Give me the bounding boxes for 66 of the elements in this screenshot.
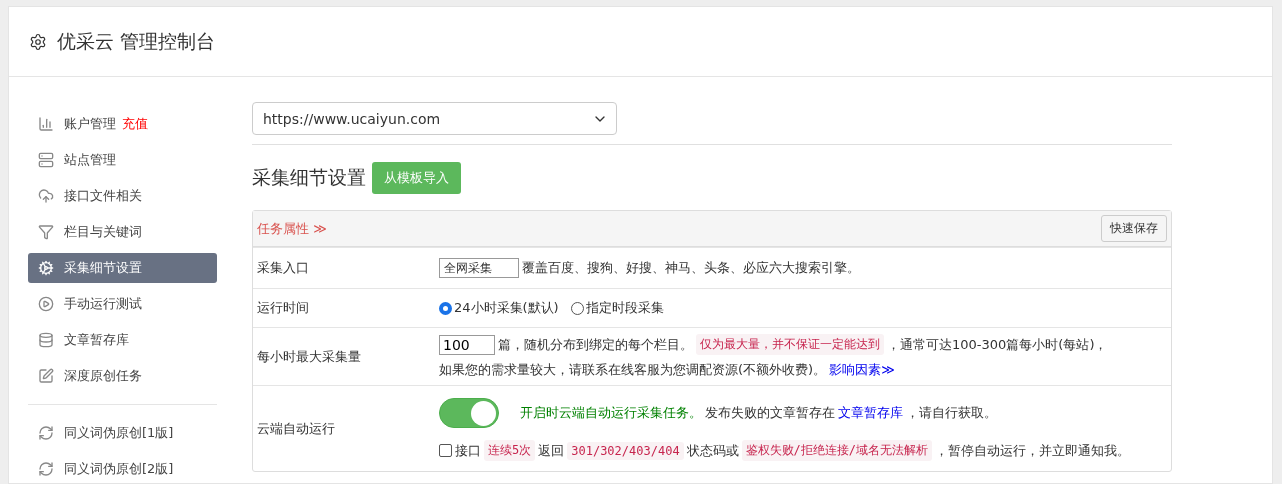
radio-button[interactable] [570,301,584,315]
gears-icon [38,260,54,276]
sidebar-item[interactable]: 文章暂存库 [28,325,217,355]
sidebar-item[interactable]: 站点管理 [28,145,217,175]
radio-label: 指定时段采集 [585,299,664,317]
description-text: 状态码或 [686,441,739,460]
description-text: 覆盖百度、搜狗、好搜、神马、头条、必应六大搜索引擎。 [522,259,860,277]
refresh-icon [38,425,54,441]
sidebar-item[interactable]: 同义词伪原创[2版] [28,454,217,484]
page-title: 优采云 管理控制台 [57,28,216,54]
description-text: 返回 [538,441,565,460]
field-label: 云端自动运行 [256,419,336,438]
highlighted-text: 仅为最大量，并不保证一定能达到 [696,334,884,355]
cloud-upload-icon [38,188,54,204]
sidebar-item[interactable]: 账户管理 充值 [28,109,217,139]
highlighted-text: 301/302/403/404 [567,441,684,460]
section-title: 采集细节设置 [252,165,366,190]
sidebar-item[interactable]: 同义词伪原创[1版] [28,418,217,448]
checkbox[interactable] [439,444,452,457]
description-text: 如果您的需求量较大，请联系在线客服为您调配资源(不额外收费)。 [439,361,827,379]
server-icon [38,152,54,168]
panel-heading-link[interactable]: 任务属性 ≫ [257,219,327,238]
sidebar-item[interactable]: 接口文件相关 [28,181,217,211]
amount-input[interactable]: 100 [439,334,495,355]
sidebar-label: 账户管理 [64,115,116,133]
radio-label: 24小时采集(默认) [454,299,559,317]
radio-button[interactable] [439,301,452,315]
description-text: 篇，随机分布到绑定的每个栏目。 [498,335,693,354]
settings-icon [29,32,47,51]
description-text: ，暂停自动运行，并立即通知我。 [935,441,1131,460]
status-text: 开启时云端自动运行采集任务。 [520,404,702,422]
site-select[interactable]: https://www.ucaiyun.com [252,102,617,135]
checkbox-label: 接口 [455,441,481,460]
sidebar-label: 深度原创任务 [64,367,142,385]
sidebar-item[interactable]: 栏目与关键词 [28,217,217,247]
highlighted-text: 连续5次 [484,440,536,461]
link[interactable]: 文章暂存库 [838,404,903,422]
sidebar-label: 站点管理 [64,151,116,169]
sidebar-label: 手动运行测试 [64,295,142,313]
sidebar-label: 同义词伪原创[1版] [64,424,174,442]
sidebar-label: 文章暂存库 [64,331,129,349]
database-icon [38,332,54,348]
link[interactable]: 影响因素≫ [829,361,895,379]
field-label: 运行时间 [256,299,310,317]
sidebar-label: 采集细节设置 [64,259,142,277]
highlighted-text: 鉴权失败/拒绝连接/域名无法解析 [741,440,933,461]
sidebar-label: 接口文件相关 [64,187,142,205]
field-label: 每小时最大采集量 [256,347,362,366]
entry-select[interactable]: 全网采集 [439,258,519,278]
description-text: 发布失败的文章暂存在 [705,404,835,422]
field-label: 采集入口 [256,259,310,277]
recharge-link[interactable]: 充值 [122,115,148,133]
sidebar-label: 同义词伪原创[2版] [64,460,174,478]
edit-icon [38,368,54,384]
bar-chart-icon [38,116,54,132]
sidebar-item[interactable]: 手动运行测试 [28,289,217,319]
description-text: ，请自行获取。 [906,404,997,422]
description-text: ，通常可达100-300篇每小时(每站)， [887,335,1108,354]
play-icon [38,296,54,312]
refresh-icon [38,461,54,477]
sidebar-item[interactable]: 深度原创任务 [28,361,217,391]
save-button[interactable]: 快速保存 [1101,215,1167,242]
filter-icon [38,224,54,240]
toggle-switch[interactable] [439,398,499,428]
sidebar-label: 栏目与关键词 [64,223,142,241]
sidebar-item[interactable]: 采集细节设置 [28,253,217,283]
